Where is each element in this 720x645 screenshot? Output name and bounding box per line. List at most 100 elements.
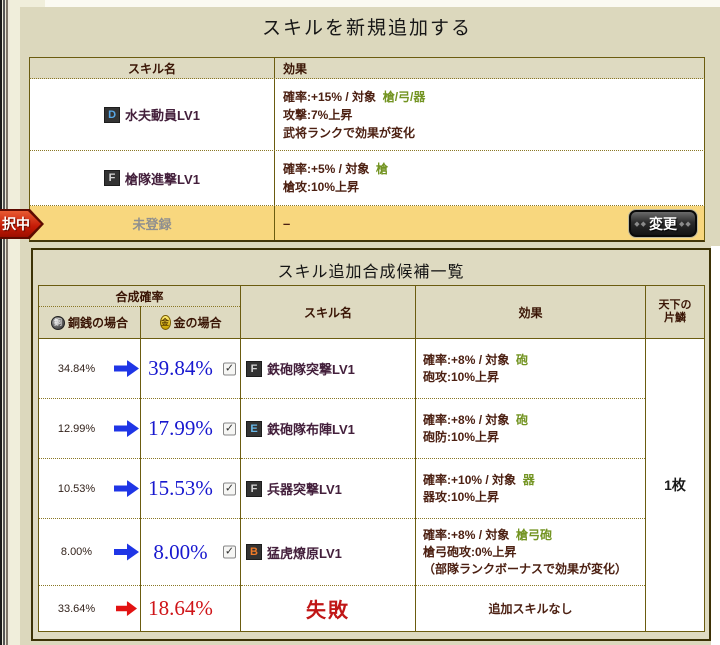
skill-grade-badge: B	[246, 544, 263, 560]
header-gold-case: 金金の場合	[140, 306, 242, 339]
current-skills-table: スキル名 効果 D 水夫動員LV1 確率:+15% / 対象 槍/弓/器 攻撃:…	[29, 57, 705, 242]
effect-probability: 確率:+15% / 対象	[283, 89, 377, 104]
skill-grade-badge: F	[246, 360, 263, 377]
gold-probability: 17.99%	[148, 416, 213, 440]
skill-add-page: スキルを新規追加する スキル名 効果 D 水夫動員LV1 確率:+15% / 対…	[0, 0, 720, 645]
effect-line: 槍攻:10%上昇	[283, 180, 360, 194]
gold-probability-cell: 39.84% ✓	[140, 338, 242, 399]
copper-probability: 34.84%	[57, 362, 96, 375]
copper-probability: 33.64%	[57, 602, 96, 615]
effect-target: 器	[522, 472, 535, 487]
candidate-effect-cell: 確率:+8% / 対象 砲 砲防:10%上昇	[415, 398, 647, 459]
effect-line: 攻撃:7%上昇	[283, 107, 353, 122]
synthesis-list-title: スキル追加合成候補一覧	[277, 264, 465, 281]
candidate-skill-name: 猛虎燎原LV1	[267, 545, 342, 561]
blue-arrow-icon	[114, 480, 139, 497]
skill-row: F 槍隊進撃LV1 確率:+5% / 対象 槍 槍攻:10%上昇	[29, 151, 705, 206]
gold-probability-cell: 8.00% ✓	[140, 518, 242, 586]
diamond-ornament: ◆◆	[679, 220, 692, 228]
header-fragment-line2: 片鱗	[664, 312, 687, 324]
gold-probability: 15.53%	[148, 476, 213, 500]
candidate-checkbox[interactable]: ✓	[223, 422, 237, 435]
gold-probability-cell: 18.64%	[140, 585, 242, 632]
failure-effect-cell: 追加スキルなし	[415, 585, 647, 632]
header-fragment-line1: 天下の	[658, 299, 692, 311]
effect-line: 砲防:10%上昇	[423, 429, 500, 444]
candidate-checkbox[interactable]: ✓	[223, 545, 237, 559]
change-button[interactable]: ◆◆ 変更 ◆◆	[629, 210, 697, 237]
candidate-checkbox[interactable]: ✓	[223, 362, 237, 375]
top-white-band	[45, 0, 720, 7]
synthesis-candidates-box: スキル追加合成候補一覧 合成確率 スキル名 効果 天下の 片鱗 銅銅銭の場合 金…	[31, 248, 711, 641]
effect-target: 砲	[516, 352, 529, 367]
effect-line: 砲攻:10%上昇	[423, 369, 500, 384]
failure-row: 33.64% 18.64% 失敗 追加スキルなし	[38, 585, 705, 632]
header-synthesis-probability: 合成確率	[38, 285, 242, 307]
selected-marker-ribbon: 択中	[0, 209, 44, 239]
header-fragment: 天下の 片鱗	[645, 285, 705, 339]
effect-line: （部隊ランクボーナスで効果が変化）	[423, 561, 628, 576]
candidate-name-cell: B 猛虎燎原LV1	[240, 518, 417, 586]
candidate-effect-cell: 確率:+10% / 対象 器 器攻:10%上昇	[415, 458, 647, 519]
gold-case-label: 金の場合	[173, 316, 222, 330]
effect-target: 槍/弓/器	[382, 89, 426, 104]
candidate-skill-name: 兵器突撃LV1	[267, 482, 342, 497]
effect-target: 槍	[376, 162, 389, 176]
candidate-effect-cell: 確率:+8% / 対象 砲 砲攻:10%上昇	[415, 338, 647, 399]
red-arrow-icon	[116, 601, 137, 616]
left-border-pinstripes	[0, 0, 10, 645]
copper-probability: 12.99%	[57, 422, 96, 435]
failure-label-cell: 失敗	[240, 585, 417, 632]
effect-line: 槍弓砲攻:0%上昇	[423, 544, 517, 559]
selected-empty-slot-row: 未登録 – ◆◆ 変更 ◆◆	[29, 206, 705, 242]
skill-row: D 水夫動員LV1 確率:+15% / 対象 槍/弓/器 攻撃:7%上昇 武将ラ…	[29, 79, 705, 151]
header-skill-name: スキル名	[240, 285, 417, 339]
copper-coin-icon: 銅	[50, 315, 65, 330]
header-copper-case: 銅銅銭の場合	[38, 306, 141, 339]
copper-probability: 10.53%	[57, 482, 96, 495]
skill-grade-badge: F	[246, 480, 263, 497]
effect-target: 砲	[516, 412, 529, 427]
blue-arrow-icon	[114, 360, 139, 377]
candidate-checkbox[interactable]: ✓	[223, 482, 237, 495]
current-skills-header: スキル名 効果	[29, 57, 705, 79]
unregistered-label: 未登録	[132, 216, 172, 232]
diamond-ornament: ◆◆	[634, 220, 647, 228]
skill-grade-badge: F	[104, 170, 121, 186]
candidate-name-cell: E 鉄砲隊布陣LV1	[240, 398, 417, 459]
candidate-row: 10.53% 15.53% ✓ F 兵器突撃LV1 確率:+10% / 対象 器 …	[38, 458, 705, 519]
candidate-row: 34.84% 39.84% ✓ F 鉄砲隊突撃LV1 確率:+8% / 対象 砲 …	[38, 338, 705, 493]
gold-probability: 39.84%	[148, 356, 213, 380]
fragment-count-cell: 1枚	[664, 477, 686, 493]
blue-arrow-icon	[114, 420, 139, 437]
copper-case-label: 銅銭の場合	[67, 316, 128, 330]
effect-target: 槍弓砲	[516, 527, 553, 542]
copper-probability-cell: 12.99%	[38, 398, 141, 459]
skill-name: 水夫動員LV1	[125, 108, 200, 123]
synthesis-candidates-table: 合成確率 スキル名 効果 天下の 片鱗 銅銅銭の場合 金金の場合 34.84% …	[38, 285, 706, 632]
effect-line: 武将ランクで効果が変化	[283, 125, 416, 140]
gold-coin-icon: 金	[159, 315, 171, 330]
failure-probability: 18.64%	[148, 596, 213, 620]
header-skill-name: スキル名	[127, 61, 176, 76]
copper-probability-cell: 34.84%	[38, 338, 141, 399]
candidate-name-cell: F 兵器突撃LV1	[240, 458, 417, 519]
effect-probability: 確率:+8% / 対象	[423, 352, 510, 367]
candidate-effect-cell: 確率:+8% / 対象 槍弓砲 槍弓砲攻:0%上昇 （部隊ランクボーナスで効果が…	[415, 518, 647, 586]
candidate-skill-name: 鉄砲隊布陣LV1	[267, 422, 355, 437]
candidate-skill-name: 鉄砲隊突撃LV1	[267, 362, 355, 377]
copper-probability-cell: 33.64%	[38, 585, 141, 632]
gold-probability-cell: 15.53% ✓	[140, 458, 242, 519]
header-effect: 効果	[283, 61, 308, 76]
effect-line: 器攻:10%上昇	[423, 489, 500, 504]
effect-probability: 確率:+8% / 対象	[423, 527, 510, 542]
skill-grade-badge: D	[104, 106, 121, 123]
blue-arrow-icon	[114, 543, 139, 561]
selected-marker-label: 択中	[2, 216, 30, 232]
copper-probability-cell: 8.00%	[38, 518, 141, 586]
header-effect: 効果	[415, 285, 647, 339]
page-title: スキルを新規追加する	[261, 18, 472, 39]
effect-probability: 確率:+10% / 対象	[423, 472, 517, 487]
candidate-row: 8.00% 8.00% ✓ B 猛虎燎原LV1 確率:+8% / 対象 槍弓砲 槍…	[38, 518, 705, 586]
gold-probability: 8.00%	[153, 539, 208, 564]
